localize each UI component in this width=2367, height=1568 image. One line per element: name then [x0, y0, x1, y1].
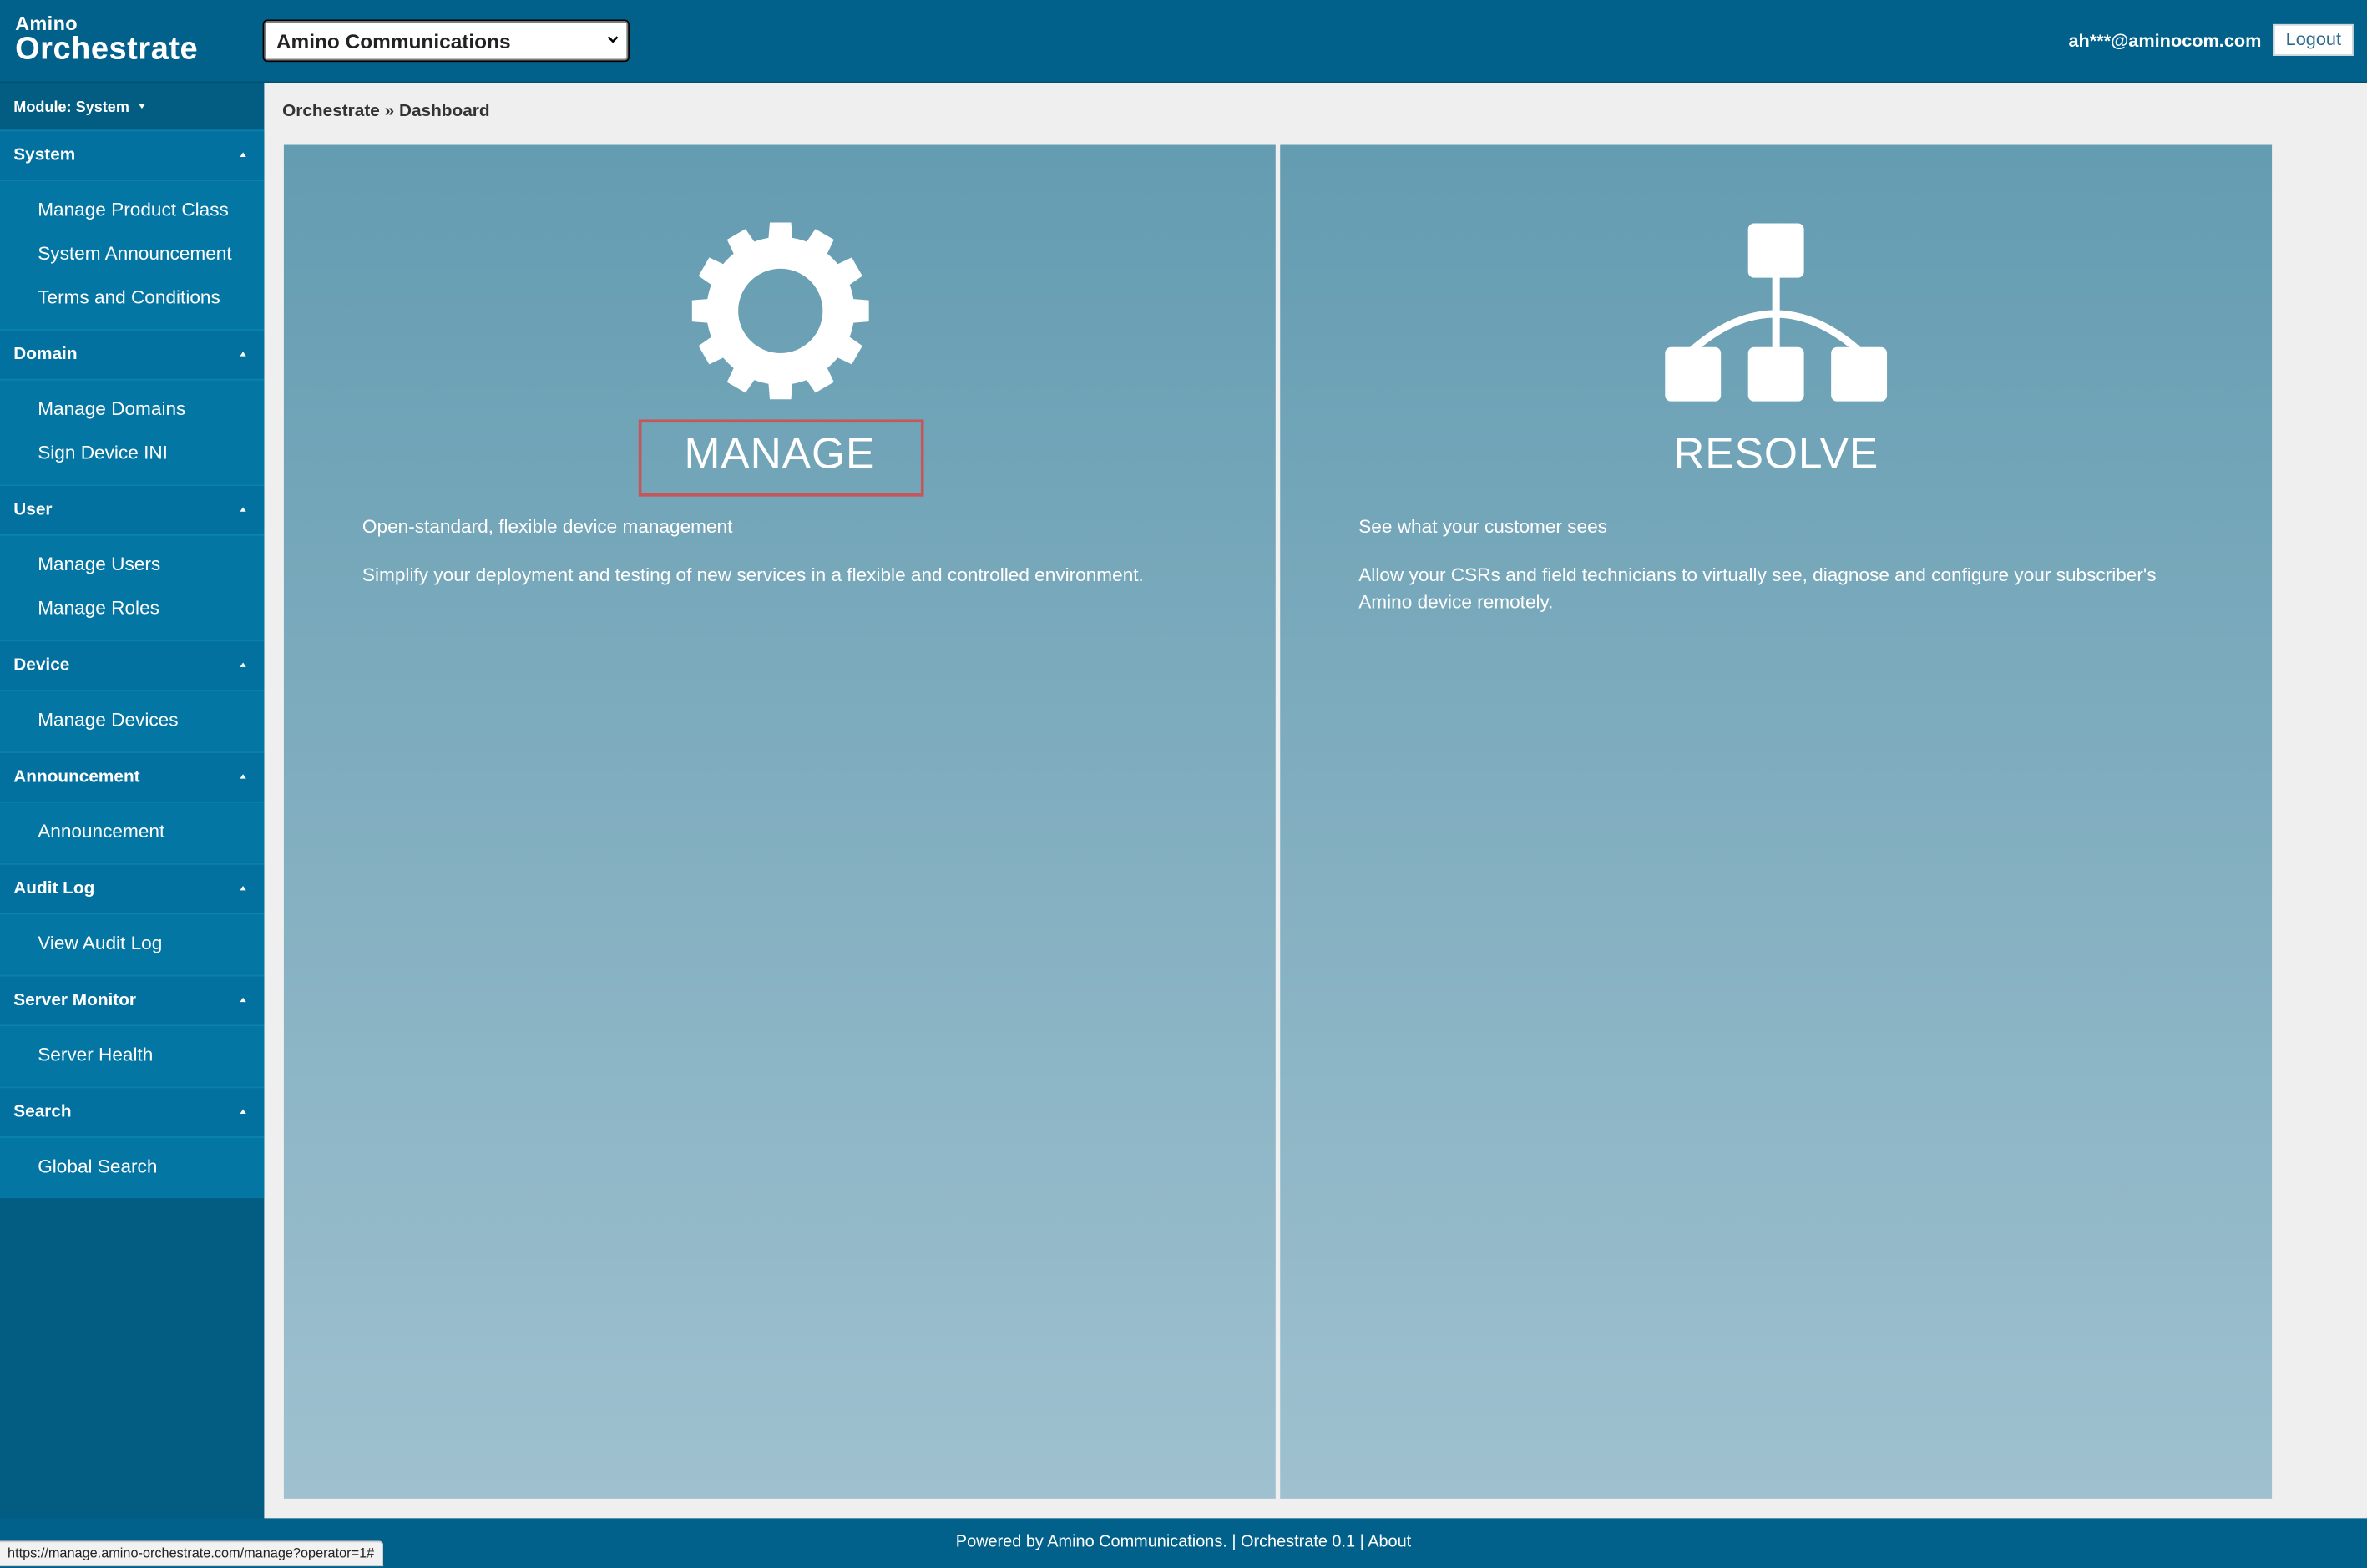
- sidebar-section-announcement[interactable]: Announcement: [0, 751, 265, 802]
- logout-button[interactable]: Logout: [2273, 23, 2354, 56]
- logo-brand-small: Amino: [15, 12, 78, 35]
- sidebar-item-manage-roles[interactable]: Manage Roles: [0, 587, 264, 630]
- sidebar-section-items: Server Health: [0, 1024, 265, 1087]
- sidebar-section-label: Search: [13, 1103, 72, 1121]
- sidebar-section-search[interactable]: Search: [0, 1086, 265, 1137]
- sidebar-section-label: User: [13, 501, 53, 519]
- sidebar-section-user[interactable]: User: [0, 484, 265, 534]
- manage-tagline: Open-standard, flexible device managemen…: [362, 516, 733, 538]
- collapse-arrow-icon[interactable]: [240, 152, 246, 157]
- sidebar-section-label: Audit Log: [13, 879, 95, 898]
- sidebar-section-items: View Audit Log: [0, 913, 265, 975]
- breadcrumb: Orchestrate » Dashboard: [282, 102, 490, 121]
- collapse-arrow-icon[interactable]: [240, 1109, 246, 1114]
- manage-panel[interactable]: MANAGE Open-standard, flexible device ma…: [283, 144, 1276, 1499]
- sidebar-section-label: Device: [13, 656, 70, 675]
- sidebar-section-items: Announcement: [0, 801, 265, 863]
- sidebar-sections: System Manage Product Class System Announc…: [0, 129, 265, 1199]
- sidebar-item-announcement[interactable]: Announcement: [0, 811, 264, 854]
- sidebar-section-system[interactable]: System: [0, 129, 265, 180]
- sidebar-item-manage-devices[interactable]: Manage Devices: [0, 699, 264, 742]
- organization-select-value: Amino Communications: [276, 30, 511, 53]
- sidebar-section-items: Manage Domains Sign Device INI: [0, 378, 265, 485]
- sidebar-section-items: Global Search: [0, 1136, 265, 1199]
- sidebar: Module: System System Manage Product Clas…: [0, 83, 265, 1534]
- resolve-title[interactable]: RESOLVE: [1280, 430, 2272, 480]
- sidebar-section-audit-log[interactable]: Audit Log: [0, 862, 265, 913]
- sidebar-section-items: Manage Users Manage Roles: [0, 534, 265, 640]
- top-header: Amino Orchestrate Amino Communications a…: [0, 0, 2367, 83]
- sidebar-section-items: Manage Product Class System Announcement T…: [0, 180, 265, 330]
- hierarchy-icon: [1280, 220, 2272, 402]
- app-logo[interactable]: Amino Orchestrate: [15, 13, 198, 64]
- collapse-arrow-icon[interactable]: [240, 352, 246, 357]
- sidebar-item-server-health[interactable]: Server Health: [0, 1034, 264, 1077]
- sidebar-item-sign-device-ini[interactable]: Sign Device INI: [0, 432, 264, 475]
- status-bar-url: https://manage.amino-orchestrate.com/man…: [0, 1540, 384, 1567]
- sidebar-item-terms-and-conditions[interactable]: Terms and Conditions: [0, 276, 264, 320]
- sidebar-item-manage-domains[interactable]: Manage Domains: [0, 388, 264, 432]
- sidebar-section-label: System: [13, 146, 76, 165]
- logo-brand-big: Orchestrate: [15, 31, 199, 67]
- sidebar-section-label: Server Monitor: [13, 991, 137, 1010]
- caret-down-icon: [139, 104, 145, 109]
- sidebar-section-device[interactable]: Device: [0, 640, 265, 690]
- collapse-arrow-icon[interactable]: [240, 662, 246, 667]
- resolve-description: Allow your CSRs and field technicians to…: [1358, 564, 2157, 613]
- organization-select[interactable]: Amino Communications: [262, 19, 630, 63]
- module-label: Module: System: [13, 99, 129, 117]
- sidebar-item-view-audit-log[interactable]: View Audit Log: [0, 922, 264, 965]
- sidebar-section-label: Announcement: [13, 768, 140, 787]
- user-email: ah***@aminocom.com: [2068, 30, 2262, 52]
- resolve-tagline: See what your customer sees: [1358, 516, 1607, 538]
- chevron-down-icon: [607, 36, 619, 43]
- sidebar-item-manage-product-class[interactable]: Manage Product Class: [0, 189, 264, 232]
- sidebar-item-global-search[interactable]: Global Search: [0, 1146, 264, 1189]
- collapse-arrow-icon[interactable]: [240, 886, 246, 891]
- sidebar-section-label: Domain: [13, 345, 78, 364]
- collapse-arrow-icon[interactable]: [240, 507, 246, 512]
- manage-description: Simplify your deployment and testing of …: [362, 564, 1144, 586]
- manage-title[interactable]: MANAGE: [284, 430, 1276, 480]
- module-selector[interactable]: Module: System: [0, 83, 264, 129]
- sidebar-item-manage-users[interactable]: Manage Users: [0, 544, 264, 587]
- sidebar-item-system-announcement[interactable]: System Announcement: [0, 232, 264, 276]
- gear-icon: [284, 220, 1276, 402]
- sidebar-section-server-monitor[interactable]: Server Monitor: [0, 974, 265, 1025]
- collapse-arrow-icon[interactable]: [240, 774, 246, 779]
- sidebar-section-items: Manage Devices: [0, 690, 265, 752]
- resolve-panel[interactable]: RESOLVE See what your customer sees Allo…: [1280, 144, 2273, 1499]
- sidebar-section-domain[interactable]: Domain: [0, 329, 265, 379]
- collapse-arrow-icon[interactable]: [240, 997, 246, 1003]
